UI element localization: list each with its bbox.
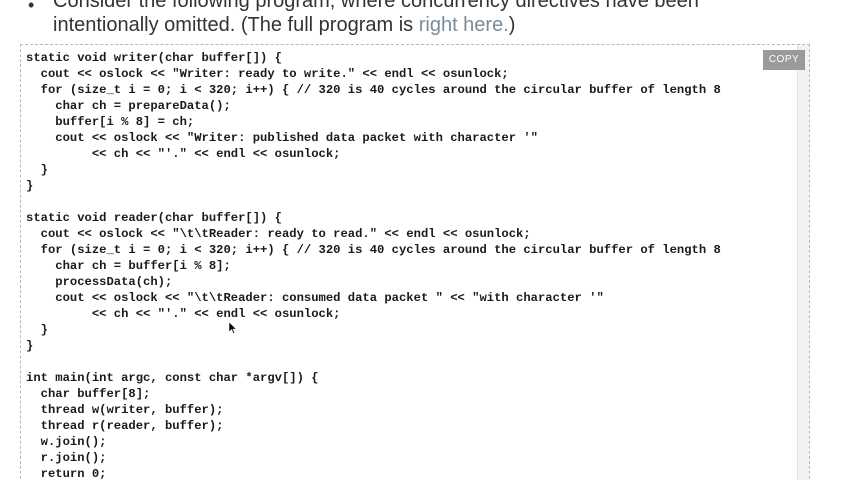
code-line: w.join(); [26, 435, 107, 449]
full-program-link[interactable]: right here. [419, 14, 509, 36]
code-line: return 0; [26, 467, 107, 480]
code-line: static void reader(char buffer[]) { [26, 211, 282, 225]
intro-line-2: intentionally omitted. (The full program… [53, 12, 515, 38]
code-line: } [26, 163, 48, 177]
code-line: << ch << "'." << endl << osunlock; [26, 307, 341, 321]
code-line: char ch = buffer[i % 8]; [26, 259, 231, 273]
code-line: processData(ch); [26, 275, 173, 289]
code-line: int main(int argc, const char *argv[]) { [26, 371, 319, 385]
code-line: char buffer[8]; [26, 387, 151, 401]
code-line: thread r(reader, buffer); [26, 419, 224, 433]
code-line: cout << oslock << "Writer: published dat… [26, 131, 538, 145]
code-line: for (size_t i = 0; i < 320; i++) { // 32… [26, 83, 721, 97]
code-listing: static void writer(char buffer[]) { cout… [26, 50, 796, 480]
code-block-scrollbar[interactable] [797, 45, 809, 480]
intro-line-2-close: ) [508, 14, 516, 36]
code-line: for (size_t i = 0; i < 320; i++) { // 32… [26, 243, 721, 257]
code-line: << ch << "'." << endl << osunlock; [26, 147, 341, 161]
code-line: thread w(writer, buffer); [26, 403, 224, 417]
intro-line-2-text: intentionally omitted. (The full program… [53, 14, 419, 36]
code-line: static void writer(char buffer[]) { [26, 51, 282, 65]
bullet-marker: • [28, 0, 35, 15]
code-line: buffer[i % 8] = ch; [26, 115, 195, 129]
code-line: } [26, 339, 34, 353]
mouse-cursor-icon [229, 322, 237, 334]
code-line: r.join(); [26, 451, 107, 465]
copy-button[interactable]: COPY [763, 50, 805, 70]
code-line: } [26, 323, 48, 337]
code-line: } [26, 179, 34, 193]
code-line: cout << oslock << "\t\tReader: consumed … [26, 291, 604, 305]
code-line: cout << oslock << "\t\tReader: ready to … [26, 227, 531, 241]
code-line: char ch = prepareData(); [26, 99, 231, 113]
code-line: cout << oslock << "Writer: ready to writ… [26, 67, 509, 81]
